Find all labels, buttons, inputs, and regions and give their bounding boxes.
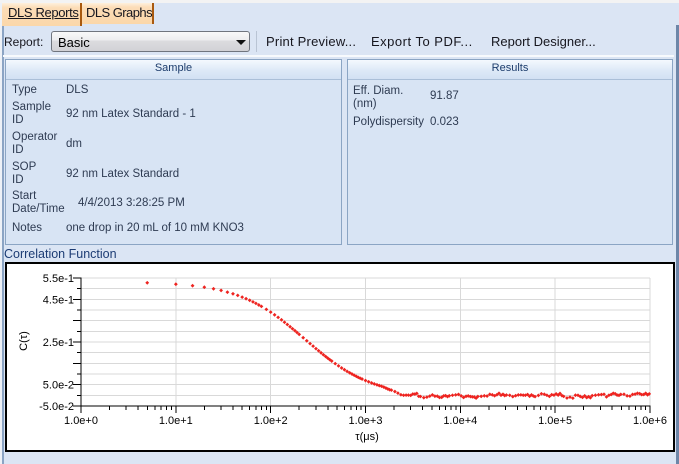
svg-text:1.0e+0: 1.0e+0 (64, 415, 98, 427)
svg-text:1.0e+6: 1.0e+6 (633, 415, 667, 427)
svg-text:τ(μs): τ(μs) (355, 431, 379, 443)
svg-text:C(τ): C(τ) (18, 331, 30, 351)
svg-text:1.0e+2: 1.0e+2 (254, 415, 288, 427)
svg-text:1.0e+1: 1.0e+1 (159, 415, 193, 427)
svg-text:5.0e-2: 5.0e-2 (43, 380, 74, 392)
svg-text:5.5e-1: 5.5e-1 (43, 273, 74, 285)
svg-text:1.0e+5: 1.0e+5 (538, 415, 572, 427)
svg-text:4.5e-1: 4.5e-1 (43, 294, 74, 306)
svg-text:2.5e-1: 2.5e-1 (43, 337, 74, 349)
svg-text:-5.0e-2: -5.0e-2 (39, 401, 74, 413)
svg-text:1.0e+3: 1.0e+3 (349, 415, 383, 427)
svg-text:1.0e+4: 1.0e+4 (443, 415, 477, 427)
